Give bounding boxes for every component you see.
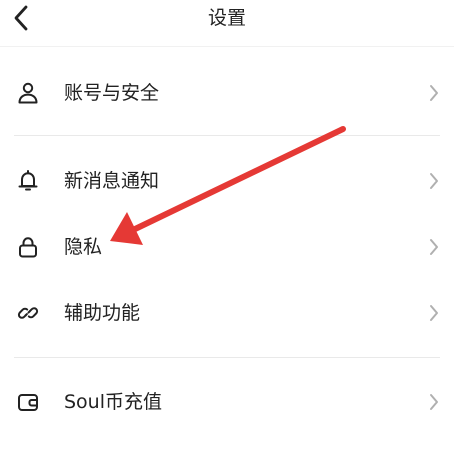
settings-item-label: 账号与安全 xyxy=(64,82,160,104)
settings-item-label: 辅助功能 xyxy=(64,302,141,324)
settings-item-account-security[interactable]: 账号与安全 xyxy=(0,67,454,119)
settings-item-soul-coin-topup[interactable]: Soul币充值 xyxy=(0,376,454,428)
chevron-right-icon xyxy=(430,173,438,189)
bell-icon xyxy=(18,170,38,191)
settings-item-label: Soul币充值 xyxy=(64,391,163,413)
chevron-right-icon xyxy=(430,239,438,255)
user-icon xyxy=(18,82,38,104)
settings-item-accessibility[interactable]: 辅助功能 xyxy=(0,287,454,339)
lock-icon xyxy=(19,237,37,258)
section-divider xyxy=(14,135,440,136)
chevron-right-icon xyxy=(430,305,438,321)
section-divider xyxy=(14,357,440,358)
nav-header: 设置 xyxy=(0,0,454,40)
chevron-right-icon xyxy=(430,85,438,101)
settings-item-privacy[interactable]: 隐私 xyxy=(0,221,454,273)
header-divider xyxy=(0,46,454,47)
chevron-right-icon xyxy=(430,394,438,410)
settings-page: 设置 账号与安全 新消息通知 隐私 辅助功能 Soul币充值 xyxy=(0,0,454,453)
settings-item-label: 新消息通知 xyxy=(64,170,160,192)
link-icon xyxy=(17,307,39,319)
settings-item-label: 隐私 xyxy=(64,236,103,258)
settings-item-notifications[interactable]: 新消息通知 xyxy=(0,155,454,207)
wallet-icon xyxy=(18,394,38,411)
page-title: 设置 xyxy=(207,7,246,29)
